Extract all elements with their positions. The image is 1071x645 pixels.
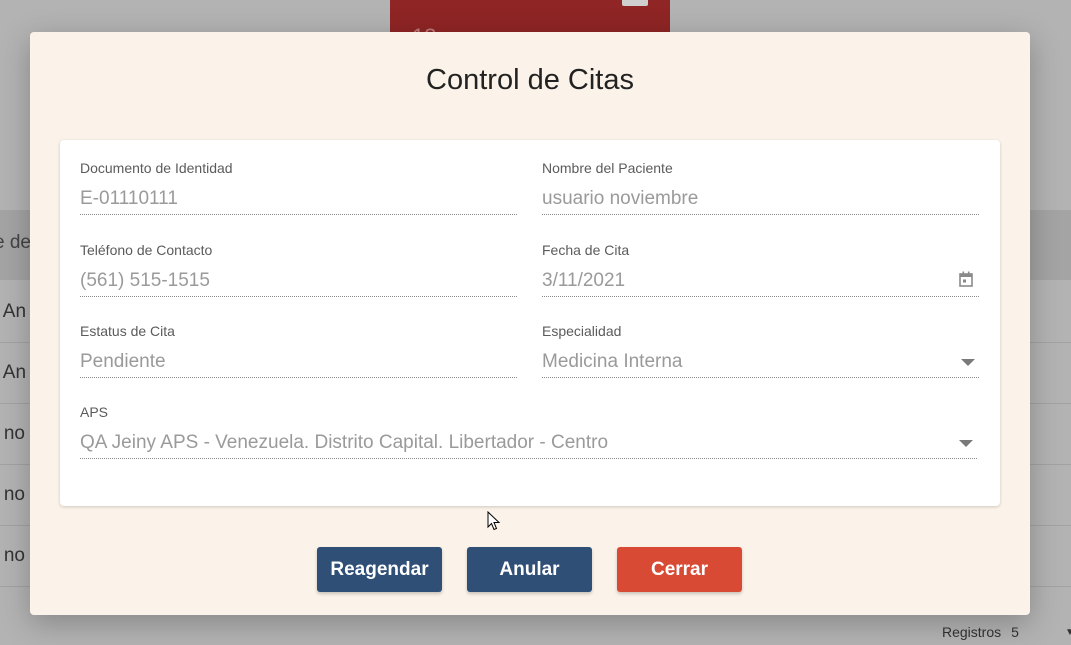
telefono-field: Teléfono de Contacto (561) 515-1515: [80, 242, 517, 297]
control-de-citas-modal: Control de Citas Documento de Identidad …: [30, 32, 1030, 615]
aps-field: APS QA Jeiny APS - Venezuela. Distrito C…: [80, 404, 977, 459]
fecha-input[interactable]: 3/11/2021: [542, 270, 979, 297]
aps-select[interactable]: QA Jeiny APS - Venezuela. Distrito Capit…: [80, 432, 977, 459]
telefono-label: Teléfono de Contacto: [80, 242, 213, 258]
nombre-field: Nombre del Paciente usuario noviembre: [542, 160, 979, 215]
documento-input[interactable]: E-01110111: [80, 188, 517, 215]
registros-label: Registros: [942, 624, 1002, 640]
calendar-icon[interactable]: [959, 271, 973, 293]
aps-label: APS: [80, 404, 109, 420]
especialidad-label: Especialidad: [542, 323, 622, 339]
estatus-input[interactable]: Pendiente: [80, 351, 517, 378]
reagendar-button[interactable]: Reagendar: [317, 547, 442, 592]
background-pagination: Registros 5 ▼: [942, 624, 1071, 640]
telefono-input[interactable]: (561) 515-1515: [80, 270, 517, 297]
fecha-value: 3/11/2021: [542, 270, 626, 291]
especialidad-select[interactable]: Medicina Interna: [542, 351, 979, 378]
mouse-cursor-icon: [487, 510, 501, 536]
estatus-field: Estatus de Cita Pendiente: [80, 323, 517, 378]
chevron-down-icon[interactable]: [959, 440, 973, 447]
appointment-form-card: Documento de Identidad E-01110111 Nombre…: [60, 140, 1000, 506]
telefono-value: (561) 515-1515: [80, 270, 210, 291]
modal-title: Control de Citas: [426, 64, 634, 96]
aps-value: QA Jeiny APS - Venezuela. Distrito Capit…: [80, 432, 609, 453]
chevron-down-icon: ▼: [1064, 626, 1071, 638]
background-table-header-text: e de: [0, 232, 31, 253]
background-card-badge: [622, 0, 648, 6]
nombre-label: Nombre del Paciente: [542, 160, 673, 176]
chevron-down-icon[interactable]: [961, 359, 975, 366]
fecha-field: Fecha de Cita 3/11/2021: [542, 242, 979, 297]
nombre-value: usuario noviembre: [542, 188, 699, 209]
especialidad-field: Especialidad Medicina Interna: [542, 323, 979, 378]
estatus-value: Pendiente: [80, 351, 166, 372]
fecha-label: Fecha de Cita: [542, 242, 630, 258]
cerrar-button[interactable]: Cerrar: [617, 547, 742, 592]
anular-button[interactable]: Anular: [467, 547, 592, 592]
registros-value: 5: [1011, 624, 1019, 640]
documento-value: E-01110111: [80, 188, 178, 209]
documento-label: Documento de Identidad: [80, 160, 233, 176]
documento-field: Documento de Identidad E-01110111: [80, 160, 517, 215]
estatus-label: Estatus de Cita: [80, 323, 175, 339]
especialidad-value: Medicina Interna: [542, 351, 683, 372]
nombre-input[interactable]: usuario noviembre: [542, 188, 979, 215]
